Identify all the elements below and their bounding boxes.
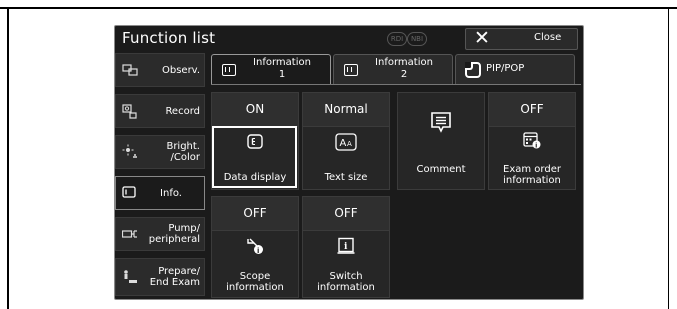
info-tab-icon [344, 64, 358, 76]
window-title: Function list [122, 29, 216, 47]
tab-information-2[interactable]: Information 2 [333, 54, 453, 85]
sidebar-item-label: Pump/ peripheral [148, 223, 200, 245]
sidebar-item-label: Info. [160, 187, 182, 199]
tile-status: ON [212, 93, 298, 127]
tab-label-line1: Information [375, 57, 433, 68]
tab-information-1[interactable]: Information 1 [211, 54, 331, 85]
rdi-indicator: RDI [387, 32, 407, 46]
prepare-icon [122, 269, 138, 285]
nbi-indicator: NBI [407, 32, 427, 46]
tile-label: Scope information [226, 271, 284, 293]
close-icon: ✕ [474, 27, 490, 49]
tab-label-line1: Information [253, 57, 311, 68]
tile-status: Normal [303, 93, 389, 127]
sidebar: Observ. Record Bright. /Color Info. Pump… [115, 53, 205, 299]
function-list-panel: Function list RDI NBI ✕ Close Observ. Re… [114, 25, 584, 300]
tile-text-size[interactable]: Normal AA Text size [302, 92, 390, 190]
switch-info-icon: i [337, 237, 355, 255]
observ-icon [122, 62, 138, 78]
tile-body: AA Text size [303, 127, 389, 189]
tile-label: Exam order information [503, 164, 561, 186]
tile-comment[interactable]: Comment [397, 92, 485, 190]
tile-status: OFF [303, 197, 389, 231]
tile-switch-information[interactable]: OFF i Switch information [302, 196, 390, 298]
pip-icon [465, 62, 481, 78]
tab-bar: Information 1 Information 2 PIP/POP [211, 54, 581, 85]
svg-text:i: i [344, 242, 348, 252]
tab-label: PIP/POP [486, 63, 525, 74]
sidebar-item-label: Observ. [161, 64, 200, 76]
tab-pip-pop[interactable]: PIP/POP [455, 54, 575, 85]
sidebar-item-label: Prepare/ End Exam [149, 266, 200, 288]
title-bar: Function list RDI NBI ✕ Close [115, 26, 583, 51]
tile-status: OFF [212, 197, 298, 231]
pump-icon [121, 226, 138, 242]
sidebar-item-observ[interactable]: Observ. [115, 53, 205, 87]
text-size-icon: AA [335, 133, 357, 151]
brightness-icon [122, 144, 138, 160]
sidebar-item-bright-color[interactable]: Bright. /Color [115, 135, 205, 169]
frame-right-line [668, 7, 669, 309]
svg-text:A: A [347, 140, 352, 148]
sidebar-item-record[interactable]: Record [115, 94, 205, 128]
content-divider [211, 84, 581, 85]
tile-body: i Switch information [303, 231, 389, 297]
selection-highlight [212, 126, 297, 188]
tab-label-line2: 1 [278, 69, 286, 80]
tile-status: OFF [489, 93, 575, 127]
exam-order-icon: i [523, 131, 541, 150]
sidebar-item-label: Record [165, 105, 200, 117]
tile-label: Text size [324, 172, 368, 183]
sidebar-item-pump-peripheral[interactable]: Pump/ peripheral [115, 217, 205, 251]
sidebar-item-label: Bright. /Color [166, 141, 200, 163]
tile-label: Switch information [317, 271, 375, 293]
svg-text:A: A [340, 138, 347, 149]
scope-info-icon: i [246, 237, 264, 255]
info-tab-icon [222, 64, 236, 76]
comment-icon [429, 111, 453, 135]
sidebar-item-info[interactable]: Info. [115, 176, 205, 210]
info-icon [122, 185, 138, 201]
record-icon [122, 103, 138, 119]
svg-text:i: i [535, 142, 537, 150]
tile-body: i Exam order information [489, 127, 575, 189]
svg-text:i: i [257, 247, 259, 255]
frame-left-line [7, 7, 9, 309]
sidebar-item-prepare-end-exam[interactable]: Prepare/ End Exam [115, 258, 205, 296]
tile-body: i Scope information [212, 231, 298, 297]
close-label: Close [534, 32, 562, 43]
frame-top-line [0, 7, 677, 9]
close-button[interactable]: ✕ Close [465, 28, 578, 50]
tile-label: Comment [416, 164, 466, 175]
tile-exam-order-information[interactable]: OFF i Exam order information [488, 92, 576, 190]
tile-body: Comment [398, 93, 484, 189]
tile-scope-information[interactable]: OFF i Scope information [211, 196, 299, 298]
tab-label-line2: 2 [400, 69, 408, 80]
